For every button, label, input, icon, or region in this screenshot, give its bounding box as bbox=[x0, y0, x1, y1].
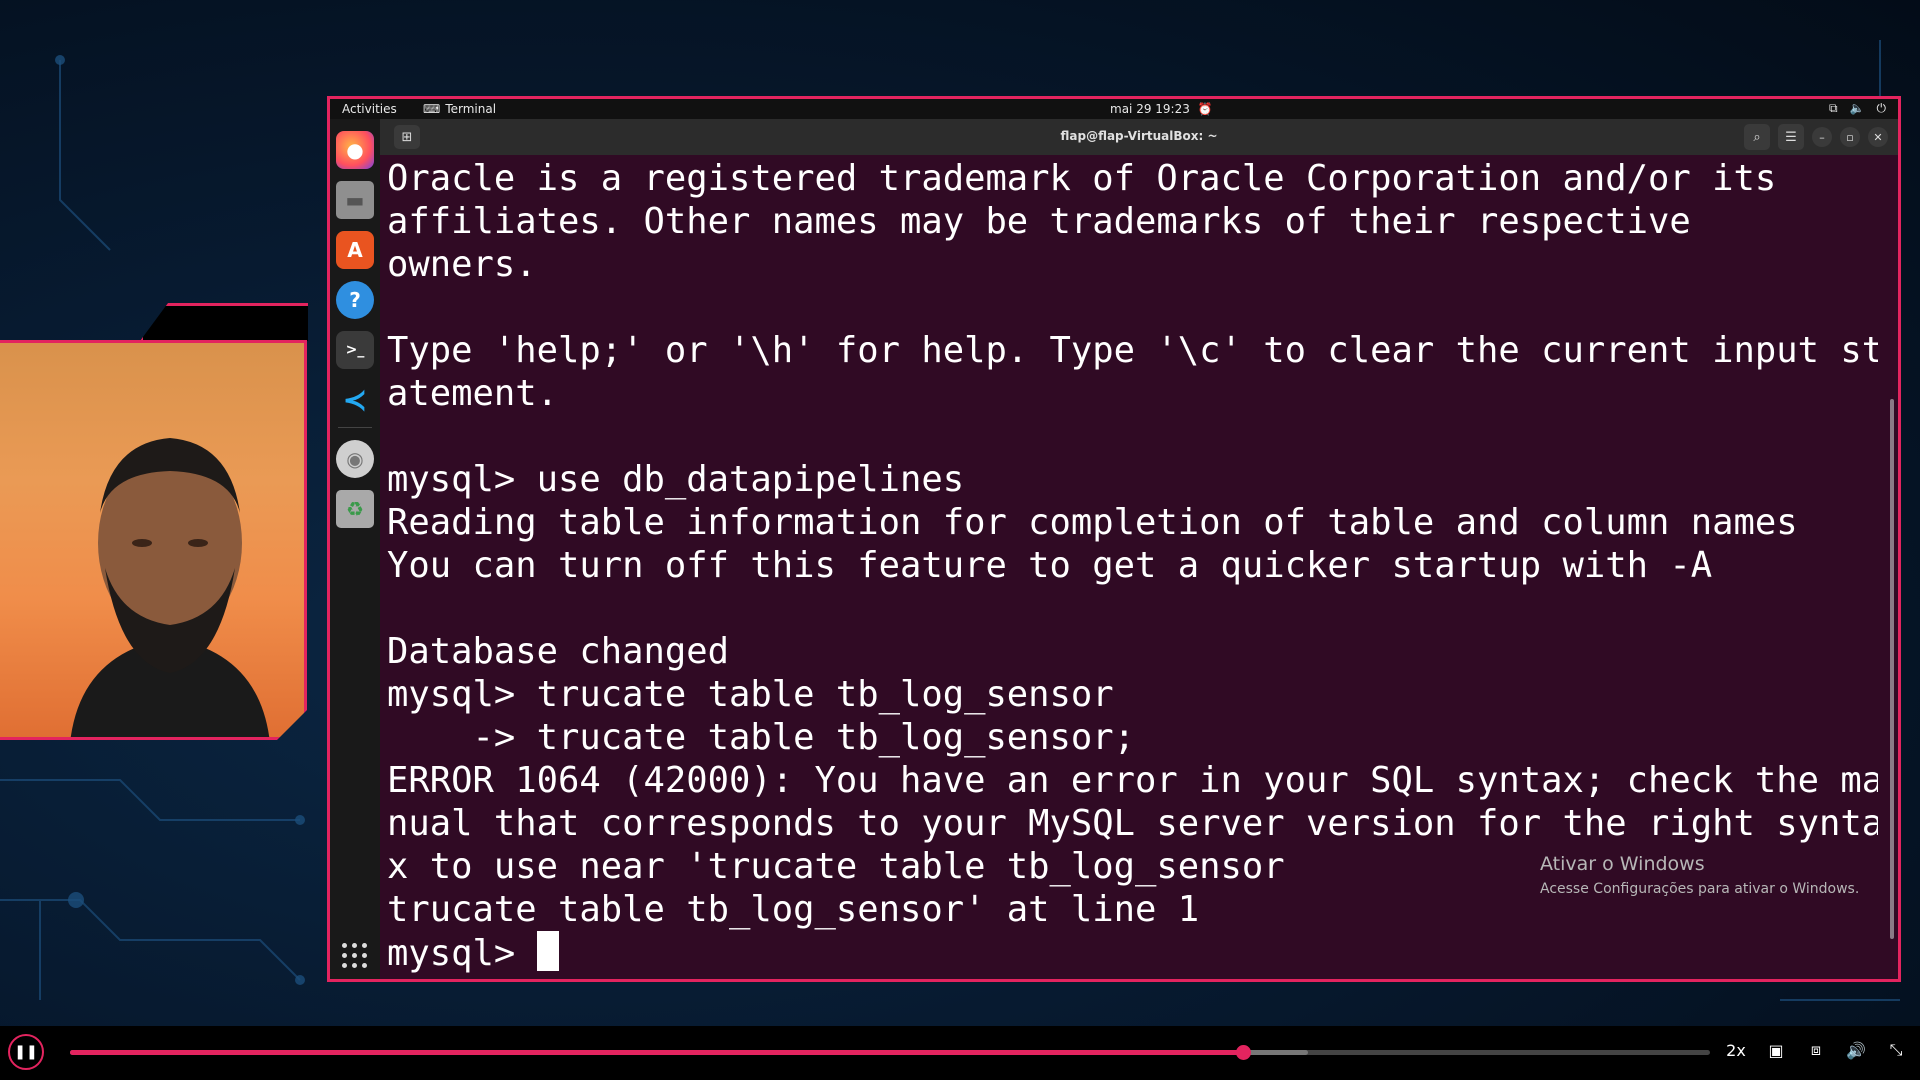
terminal-scrollbar[interactable] bbox=[1890, 399, 1894, 939]
show-apps-icon[interactable] bbox=[342, 943, 368, 969]
picture-in-picture-icon[interactable]: ⧈ bbox=[1806, 1040, 1826, 1060]
terminal-small-icon: ⌨ bbox=[423, 102, 441, 116]
webcam-tab-decoration bbox=[140, 303, 308, 341]
terminal-line: mysql> trucate table tb_log_sensor bbox=[387, 674, 1114, 715]
close-icon[interactable]: ✕ bbox=[1868, 127, 1888, 147]
clock[interactable]: mai 29 19:23 ⏰ bbox=[1110, 102, 1213, 116]
dock: ● ▬ A ? >_ ≺ ◉ ♻ bbox=[330, 119, 380, 979]
activities-button[interactable]: Activities bbox=[342, 102, 397, 116]
disc-icon[interactable]: ◉ bbox=[336, 440, 374, 478]
menu-icon[interactable]: ☰ bbox=[1778, 124, 1804, 150]
terminal-line: owners. bbox=[387, 244, 537, 285]
app-menu-label: Terminal bbox=[445, 102, 497, 116]
terminal-line: nual that corresponds to your MySQL serv… bbox=[387, 803, 1878, 844]
webcam-overlay bbox=[0, 340, 307, 740]
system-tray[interactable]: ⧉ 🔈 ⏻ bbox=[1829, 101, 1886, 116]
files-icon[interactable]: ▬ bbox=[336, 181, 374, 219]
search-icon[interactable]: ⌕ bbox=[1744, 124, 1770, 150]
terminal-line: trucate table tb_log_sensor' at line 1 bbox=[387, 889, 1200, 930]
watermark-subtitle: Acesse Configurações para ativar o Windo… bbox=[1540, 881, 1860, 897]
virtualbox-window: Activities ⌨ Terminal mai 29 19:23 ⏰ ⧉ 🔈… bbox=[327, 96, 1901, 982]
terminal-line: atement. bbox=[387, 373, 558, 414]
terminal-line: -> trucate table tb_log_sensor; bbox=[387, 717, 1136, 758]
playback-speed-button[interactable]: 2x bbox=[1726, 1041, 1746, 1060]
terminal-cursor bbox=[536, 931, 559, 971]
volume-icon: 🔈 bbox=[1849, 101, 1865, 115]
terminal-line: Type 'help;' or '\h' for help. Type '\c'… bbox=[387, 330, 1878, 371]
help-icon[interactable]: ? bbox=[336, 281, 374, 319]
firefox-icon[interactable]: ● bbox=[336, 131, 374, 169]
gnome-topbar: Activities ⌨ Terminal mai 29 19:23 ⏰ ⧉ 🔈… bbox=[330, 99, 1898, 119]
progress-fill bbox=[70, 1050, 1243, 1055]
terminal-icon[interactable]: >_ bbox=[336, 331, 374, 369]
terminal-titlebar: ⊞ flap@flap-VirtualBox: ~ ⌕ ☰ – ▫ ✕ bbox=[380, 119, 1898, 155]
terminal-line: affiliates. Other names may be trademark… bbox=[387, 201, 1691, 242]
terminal-line: Database changed bbox=[387, 631, 729, 672]
terminal-line: Reading table information for completion… bbox=[387, 502, 1798, 543]
fullscreen-icon[interactable]: ⤡ bbox=[1886, 1040, 1906, 1060]
clock-text: mai 29 19:23 bbox=[1110, 102, 1190, 116]
dock-separator bbox=[338, 427, 372, 428]
progress-track[interactable] bbox=[70, 1045, 1710, 1060]
terminal-line: Oracle is a registered trademark of Orac… bbox=[387, 158, 1777, 199]
pause-button[interactable]: ❚❚ bbox=[8, 1034, 44, 1070]
watermark-title: Ativar o Windows bbox=[1540, 853, 1705, 875]
alarm-icon: ⏰ bbox=[1197, 102, 1213, 116]
power-icon: ⏻ bbox=[1876, 101, 1887, 115]
minimize-icon[interactable]: – bbox=[1812, 127, 1832, 147]
captions-icon[interactable]: ▣ bbox=[1766, 1041, 1786, 1060]
app-menu[interactable]: ⌨ Terminal bbox=[423, 102, 496, 116]
presenter-image bbox=[60, 403, 280, 740]
window-title: flap@flap-VirtualBox: ~ bbox=[1060, 129, 1218, 143]
vscode-icon[interactable]: ≺ bbox=[336, 381, 374, 419]
video-player-bar: ❚❚ 2x ▣ ⧈ 🔊 ⤡ bbox=[0, 1026, 1920, 1080]
terminal-line: mysql> use db_datapipelines bbox=[387, 459, 965, 500]
trash-icon[interactable]: ♻ bbox=[336, 490, 374, 528]
network-icon: ⧉ bbox=[1828, 101, 1838, 115]
terminal-prompt: mysql> bbox=[387, 933, 537, 974]
maximize-icon[interactable]: ▫ bbox=[1840, 127, 1860, 147]
windows-activation-watermark: Ativar o Windows Acesse Configurações pa… bbox=[1540, 853, 1859, 897]
app-center-icon[interactable]: A bbox=[336, 231, 374, 269]
terminal-line: You can turn off this feature to get a q… bbox=[387, 545, 1713, 586]
terminal-line: ERROR 1064 (42000): You have an error in… bbox=[387, 760, 1878, 801]
progress-knob[interactable] bbox=[1235, 1045, 1251, 1060]
terminal-line: x to use near 'trucate table tb_log_sens… bbox=[387, 846, 1285, 887]
volume-control-icon[interactable]: 🔊 bbox=[1846, 1041, 1866, 1060]
